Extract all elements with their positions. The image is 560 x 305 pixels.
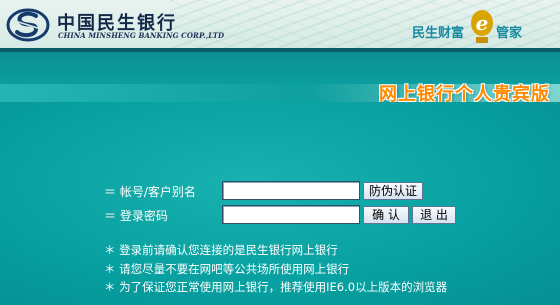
account-input[interactable] (222, 181, 360, 200)
exit-button[interactable]: 退 出 (412, 206, 456, 224)
account-label: ＝ 帐号/客户别名 (104, 185, 196, 199)
slogan-left: 民生财富 (412, 26, 465, 41)
antiphish-auth-button[interactable]: 防伪认证 (363, 182, 423, 200)
password-input[interactable] (222, 205, 360, 224)
e-steward-logo-icon: e (471, 10, 493, 43)
bank-name-english: CHINA MINSHENG BANKING CORP.,LTD (58, 31, 225, 40)
notice-item: ＊ 为了保证您正常使用网上银行，推荐使用IE6.0以上版本的浏览器 (104, 280, 448, 294)
notice-item: ＊ 请您尽量不要在网吧等公共场所使用网上银行 (104, 262, 350, 276)
notice-item: ＊ 登录前请确认您连接的是民生银行网上银行 (104, 243, 338, 257)
e-logo-letter: e (476, 11, 489, 35)
site-header: 中国民生银行 CHINA MINSHENG BANKING CORP.,LTD … (0, 0, 560, 48)
confirm-button[interactable]: 确 认 (363, 206, 409, 224)
minsheng-logo-icon (6, 8, 50, 42)
password-label: ＝ 登录密码 (104, 209, 168, 223)
slogan-right: 管家 (496, 26, 523, 41)
